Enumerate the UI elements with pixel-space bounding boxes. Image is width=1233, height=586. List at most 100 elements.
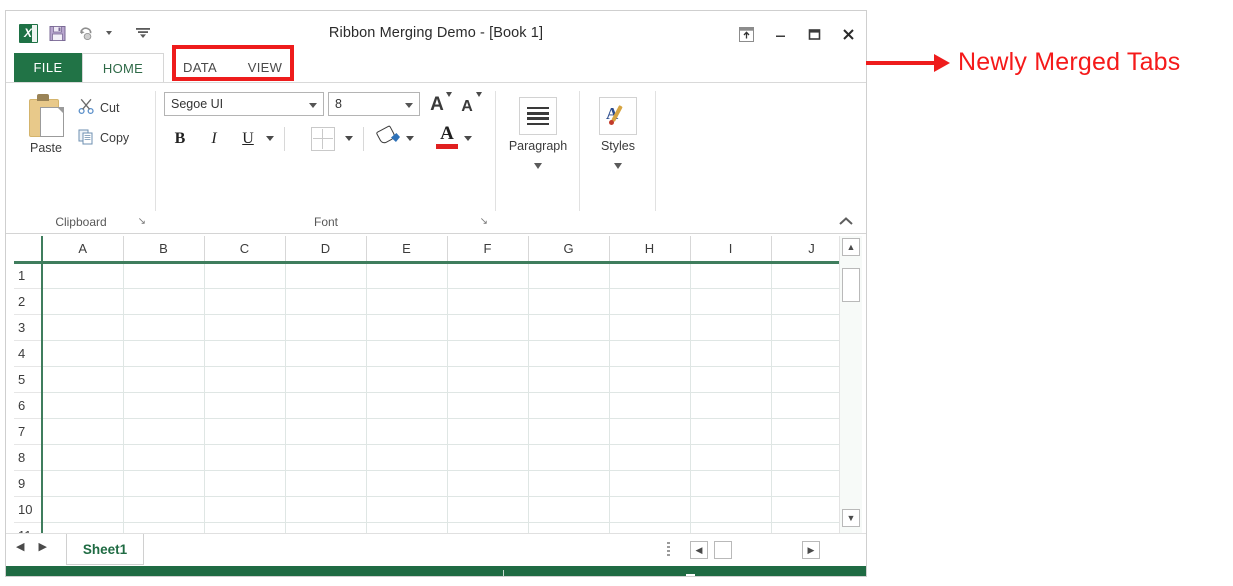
tab-home[interactable]: HOME bbox=[82, 53, 164, 82]
cell[interactable] bbox=[284, 391, 367, 419]
spreadsheet-grid[interactable]: A B C D E F G H I J 1 2 3 4 5 6 7 8 9 10 bbox=[14, 236, 853, 533]
cell[interactable] bbox=[608, 391, 691, 419]
cell[interactable] bbox=[446, 261, 529, 289]
paragraph-gallery-button[interactable] bbox=[519, 97, 557, 135]
vertical-scrollbar[interactable]: ▲ ▼ bbox=[839, 236, 862, 533]
cell[interactable] bbox=[365, 391, 448, 419]
cell[interactable] bbox=[365, 339, 448, 367]
close-button[interactable] bbox=[840, 26, 856, 42]
paste-button[interactable]: Paste bbox=[18, 93, 74, 155]
cell[interactable] bbox=[608, 339, 691, 367]
cell[interactable] bbox=[689, 365, 772, 393]
cell[interactable] bbox=[527, 443, 610, 471]
cell[interactable] bbox=[446, 339, 529, 367]
cell[interactable] bbox=[365, 417, 448, 445]
borders-dropdown-caret-icon[interactable] bbox=[345, 136, 353, 141]
cell[interactable] bbox=[41, 365, 124, 393]
cell[interactable] bbox=[203, 313, 286, 341]
cell[interactable] bbox=[608, 287, 691, 315]
cut-button[interactable]: Cut bbox=[78, 98, 119, 118]
cell[interactable] bbox=[41, 339, 124, 367]
shrink-font-button[interactable]: A bbox=[454, 90, 482, 116]
cell[interactable] bbox=[689, 521, 772, 533]
underline-button[interactable]: U bbox=[234, 125, 262, 153]
cell[interactable] bbox=[122, 313, 205, 341]
cell[interactable] bbox=[122, 469, 205, 497]
cell[interactable] bbox=[689, 417, 772, 445]
chevron-down-icon[interactable] bbox=[405, 103, 413, 108]
cell[interactable] bbox=[284, 313, 367, 341]
cell[interactable] bbox=[284, 261, 367, 289]
copy-button[interactable]: Copy bbox=[78, 128, 129, 148]
hscroll-right-button[interactable]: ▶ bbox=[802, 541, 820, 559]
cell[interactable] bbox=[608, 365, 691, 393]
cell[interactable] bbox=[41, 495, 124, 523]
cell[interactable] bbox=[41, 313, 124, 341]
font-color-dropdown-caret-icon[interactable] bbox=[464, 136, 472, 141]
cell[interactable] bbox=[203, 365, 286, 393]
cell[interactable] bbox=[365, 287, 448, 315]
cell[interactable] bbox=[608, 521, 691, 533]
column-header-d[interactable]: D bbox=[285, 236, 367, 264]
cell[interactable] bbox=[284, 495, 367, 523]
hscroll-left-button[interactable]: ◀ bbox=[690, 541, 708, 559]
cell[interactable] bbox=[122, 287, 205, 315]
cell[interactable] bbox=[122, 261, 205, 289]
cell[interactable] bbox=[203, 339, 286, 367]
cell[interactable] bbox=[284, 365, 367, 393]
horizontal-scrollbar-thumb[interactable] bbox=[714, 541, 732, 559]
cell[interactable] bbox=[689, 313, 772, 341]
column-header-b[interactable]: B bbox=[123, 236, 205, 264]
cell[interactable] bbox=[608, 495, 691, 523]
tab-view[interactable]: VIEW bbox=[236, 53, 294, 82]
cell[interactable] bbox=[689, 391, 772, 419]
cell[interactable] bbox=[203, 287, 286, 315]
zoom-slider-thumb[interactable] bbox=[686, 573, 695, 576]
cell[interactable] bbox=[527, 287, 610, 315]
row-header-2[interactable]: 2 bbox=[14, 288, 43, 315]
cell[interactable] bbox=[689, 287, 772, 315]
next-sheet-button[interactable]: ▶ bbox=[38, 540, 46, 553]
zoom-level-value[interactable]: 100 bbox=[828, 576, 858, 577]
cell[interactable] bbox=[365, 495, 448, 523]
paragraph-dropdown-caret-icon[interactable] bbox=[534, 163, 542, 169]
fill-color-button[interactable] bbox=[375, 125, 402, 151]
cell[interactable] bbox=[446, 391, 529, 419]
font-color-button[interactable]: A bbox=[434, 124, 460, 152]
cell[interactable] bbox=[527, 261, 610, 289]
column-header-f[interactable]: F bbox=[447, 236, 529, 264]
cell[interactable] bbox=[527, 339, 610, 367]
chevron-down-icon[interactable] bbox=[309, 103, 317, 108]
cell[interactable] bbox=[527, 391, 610, 419]
cell[interactable] bbox=[41, 469, 124, 497]
column-header-i[interactable]: I bbox=[690, 236, 772, 264]
underline-dropdown-caret-icon[interactable] bbox=[266, 136, 274, 141]
cell[interactable] bbox=[527, 495, 610, 523]
collapse-ribbon-button[interactable] bbox=[838, 214, 854, 229]
cell[interactable] bbox=[122, 391, 205, 419]
cell[interactable] bbox=[446, 313, 529, 341]
row-header-9[interactable]: 9 bbox=[14, 470, 43, 497]
cell[interactable] bbox=[446, 287, 529, 315]
font-dialog-launcher[interactable]: ↘ bbox=[480, 216, 488, 227]
select-all-corner[interactable] bbox=[14, 236, 43, 264]
cell[interactable] bbox=[365, 443, 448, 471]
fill-color-dropdown-caret-icon[interactable] bbox=[406, 136, 414, 141]
row-header-3[interactable]: 3 bbox=[14, 314, 43, 341]
cell[interactable] bbox=[689, 339, 772, 367]
styles-dropdown-caret-icon[interactable] bbox=[614, 163, 622, 169]
cell[interactable] bbox=[203, 495, 286, 523]
cell[interactable] bbox=[284, 521, 367, 533]
cell[interactable] bbox=[41, 521, 124, 533]
vertical-scrollbar-thumb[interactable] bbox=[842, 268, 860, 302]
cell[interactable] bbox=[203, 443, 286, 471]
cell[interactable] bbox=[122, 495, 205, 523]
tab-data[interactable]: DATA bbox=[174, 53, 226, 82]
cell[interactable] bbox=[41, 261, 124, 289]
bold-button[interactable]: B bbox=[166, 125, 194, 153]
cell[interactable] bbox=[446, 521, 529, 533]
cell[interactable] bbox=[203, 417, 286, 445]
cell[interactable] bbox=[527, 365, 610, 393]
cell[interactable] bbox=[527, 521, 610, 533]
cell[interactable] bbox=[284, 417, 367, 445]
